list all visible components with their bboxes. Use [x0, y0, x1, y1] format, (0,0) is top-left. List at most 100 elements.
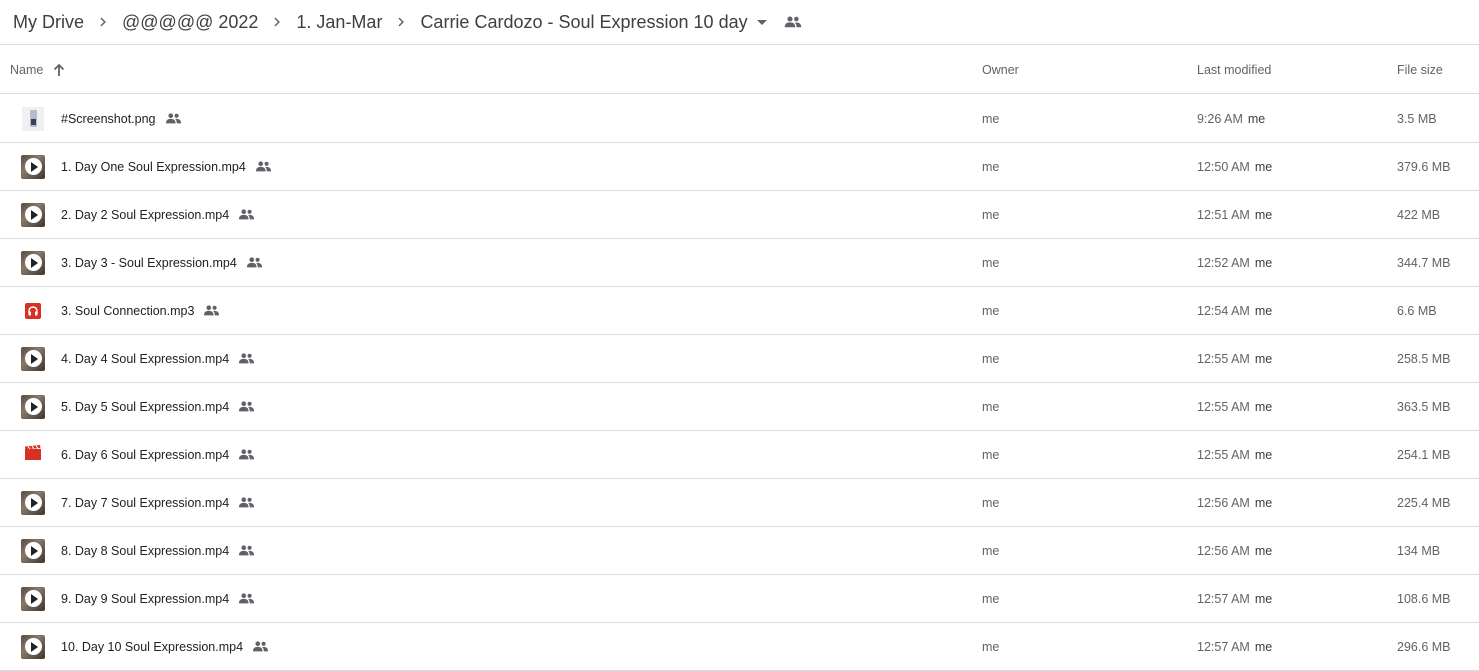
file-name: #Screenshot.png [61, 111, 156, 126]
shared-people-icon [255, 161, 272, 172]
caret-down-icon[interactable] [756, 19, 768, 27]
file-name-cell[interactable]: #Screenshot.png [61, 95, 182, 142]
modified-by: me [1254, 399, 1273, 414]
file-size-cell: 108.6 MB [1397, 591, 1451, 606]
video-thumbnail-icon [21, 250, 45, 275]
owner-cell: me [982, 639, 1000, 654]
file-name-cell[interactable]: 2. Day 2 Soul Expression.mp4 [61, 191, 255, 238]
file-type-icon-cell [20, 575, 46, 622]
name-column-header[interactable]: Name [10, 46, 65, 94]
image-thumbnail-icon [22, 106, 44, 131]
file-row[interactable]: 1. Day One Soul Expression.mp4 me 12:50 AM… [0, 143, 1479, 191]
breadcrumb-quarter-folder[interactable]: 1. Jan-Mar [296, 11, 382, 33]
last-modified-cell: 12:57 AM me [1197, 623, 1272, 670]
breadcrumb-current-folder[interactable]: Carrie Cardozo - Soul Expression 10 day [420, 11, 747, 33]
shared-people-icon [238, 209, 255, 220]
sort-ascending-arrow-icon[interactable] [53, 63, 65, 77]
file-name: 7. Day 7 Soul Expression.mp4 [61, 495, 230, 510]
file-type-icon-cell [20, 95, 46, 142]
file-type-icon-cell [20, 191, 46, 238]
modified-by: me [1247, 111, 1266, 126]
owner-cell: me [982, 159, 1000, 174]
play-icon [24, 398, 42, 415]
owner-cell: me [982, 111, 1000, 126]
file-size-cell: 296.6 MB [1397, 639, 1451, 654]
file-list: #Screenshot.png me 9:26 AM me 3.5 MB 1. Day O… [0, 95, 1479, 671]
file-row[interactable]: #Screenshot.png me 9:26 AM me 3.5 MB [0, 95, 1479, 143]
breadcrumb-my-drive[interactable]: My Drive [13, 11, 84, 33]
file-type-icon-cell [20, 143, 46, 190]
video-thumbnail-icon [21, 346, 45, 371]
file-name: 6. Day 6 Soul Expression.mp4 [61, 447, 230, 462]
modified-time: 12:57 AM [1197, 591, 1250, 606]
file-row[interactable]: 8. Day 8 Soul Expression.mp4 me 12:56 AM me… [0, 527, 1479, 575]
file-name-cell[interactable]: 6. Day 6 Soul Expression.mp4 [61, 431, 255, 478]
file-row[interactable]: 9. Day 9 Soul Expression.mp4 me 12:57 AM me… [0, 575, 1479, 623]
file-name-cell[interactable]: 4. Day 4 Soul Expression.mp4 [61, 335, 255, 382]
file-name-cell[interactable]: 8. Day 8 Soul Expression.mp4 [61, 527, 255, 574]
owner-column-header[interactable]: Owner [982, 46, 1019, 94]
file-type-icon-cell [20, 527, 46, 574]
file-row[interactable]: 7. Day 7 Soul Expression.mp4 me 12:56 AM me… [0, 479, 1479, 527]
last-modified-column-header[interactable]: Last modified [1197, 46, 1271, 94]
file-name: 1. Day One Soul Expression.mp4 [61, 159, 246, 174]
video-thumbnail-icon [21, 394, 45, 419]
modified-by: me [1254, 639, 1273, 654]
file-name: 5. Day 5 Soul Expression.mp4 [61, 399, 230, 414]
owner-cell: me [982, 543, 1000, 558]
shared-people-icon [203, 305, 220, 316]
last-modified-cell: 12:55 AM me [1197, 431, 1272, 478]
file-type-icon-cell [20, 431, 46, 478]
modified-time: 12:57 AM [1197, 639, 1250, 654]
file-name-cell[interactable]: 9. Day 9 Soul Expression.mp4 [61, 575, 255, 622]
breadcrumb-year-folder[interactable]: @@@@@ 2022 [122, 11, 258, 33]
owner-cell: me [982, 207, 1000, 222]
last-modified-cell: 12:50 AM me [1197, 143, 1272, 190]
play-icon [24, 254, 42, 271]
owner-cell: me [982, 399, 1000, 414]
chevron-right-icon [258, 15, 296, 29]
modified-by: me [1254, 159, 1273, 174]
file-row[interactable]: 3. Soul Connection.mp3 me 12:54 AM me 6.6 MB [0, 287, 1479, 335]
breadcrumb: My Drive @@@@@ 2022 1. Jan-Mar Carrie Ca… [0, 0, 1479, 45]
file-size-cell: 225.4 MB [1397, 495, 1451, 510]
file-row[interactable]: 5. Day 5 Soul Expression.mp4 me 12:55 AM me… [0, 383, 1479, 431]
shared-people-icon [238, 593, 255, 604]
file-name: 3. Soul Connection.mp3 [61, 303, 195, 318]
file-size-cell: 134 MB [1397, 543, 1441, 558]
last-modified-cell: 12:51 AM me [1197, 191, 1272, 238]
shared-people-icon [238, 353, 255, 364]
file-name: 9. Day 9 Soul Expression.mp4 [61, 591, 230, 606]
last-modified-cell: 12:54 AM me [1197, 287, 1272, 334]
file-row[interactable]: 6. Day 6 Soul Expression.mp4 me 12:55 AM me… [0, 431, 1479, 479]
owner-cell: me [982, 351, 1000, 366]
file-row[interactable]: 10. Day 10 Soul Expression.mp4 me 12:57 AM… [0, 623, 1479, 671]
last-modified-cell: 12:55 AM me [1197, 383, 1272, 430]
last-modified-cell: 12:52 AM me [1197, 239, 1272, 286]
file-row[interactable]: 2. Day 2 Soul Expression.mp4 me 12:51 AM me… [0, 191, 1479, 239]
file-row[interactable]: 4. Day 4 Soul Expression.mp4 me 12:55 AM me… [0, 335, 1479, 383]
file-name: 4. Day 4 Soul Expression.mp4 [61, 351, 230, 366]
last-modified-cell: 12:57 AM me [1197, 575, 1272, 622]
file-name-cell[interactable]: 10. Day 10 Soul Expression.mp4 [61, 623, 269, 670]
file-name-cell[interactable]: 1. Day One Soul Expression.mp4 [61, 143, 272, 190]
video-thumbnail-icon [21, 202, 45, 227]
play-icon [24, 350, 42, 367]
file-size-cell: 254.1 MB [1397, 447, 1451, 462]
file-name: 2. Day 2 Soul Expression.mp4 [61, 207, 230, 222]
file-name-cell[interactable]: 3. Soul Connection.mp3 [61, 287, 220, 334]
modified-by: me [1254, 351, 1273, 366]
file-type-icon-cell [20, 383, 46, 430]
file-name-cell[interactable]: 5. Day 5 Soul Expression.mp4 [61, 383, 255, 430]
file-size-column-header[interactable]: File size [1397, 46, 1443, 94]
modified-time: 12:54 AM [1197, 303, 1250, 318]
owner-cell: me [982, 591, 1000, 606]
file-name-cell[interactable]: 3. Day 3 - Soul Expression.mp4 [61, 239, 263, 286]
file-name-cell[interactable]: 7. Day 7 Soul Expression.mp4 [61, 479, 255, 526]
file-row[interactable]: 3. Day 3 - Soul Expression.mp4 me 12:52 AM… [0, 239, 1479, 287]
shared-folder-icon[interactable] [784, 16, 802, 28]
file-size-cell: 344.7 MB [1397, 255, 1451, 270]
file-size-cell: 422 MB [1397, 207, 1441, 222]
shared-people-icon [246, 257, 263, 268]
file-size-cell: 3.5 MB [1397, 111, 1437, 126]
